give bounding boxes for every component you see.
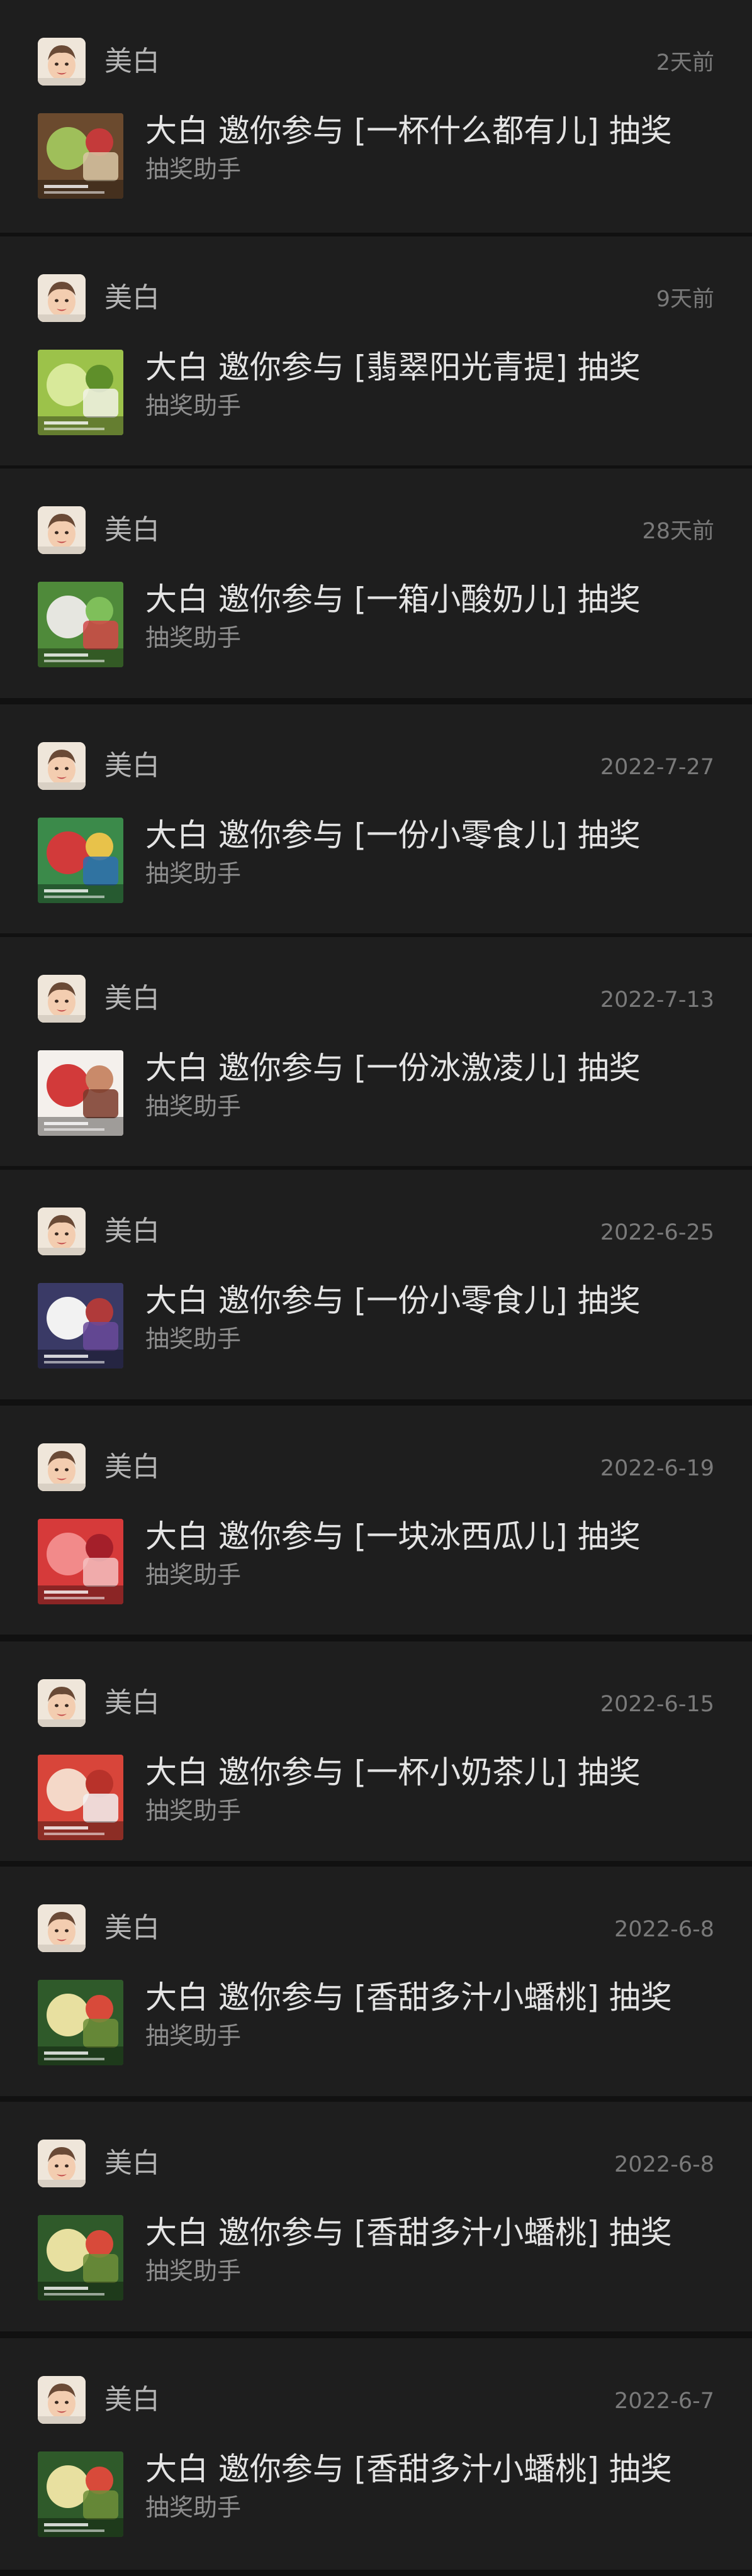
lottery-invite-card[interactable]: 美白 2022-6-25 大白 邀你参与 [一份小零食儿] 抽奖抽奖助手 bbox=[0, 1170, 752, 1399]
lottery-invite-card[interactable]: 美白 2022-6-8 大白 邀你参与 [香甜多汁小蟠桃] 抽奖抽奖助手 bbox=[0, 2102, 752, 2331]
sender-name: 美白 bbox=[104, 45, 160, 77]
invite-title[interactable]: 大白 邀你参与 [一份冰激凌儿] 抽奖 bbox=[145, 1049, 641, 1087]
message-timestamp: 2022-6-8 bbox=[614, 1917, 714, 1942]
lottery-invite-card[interactable]: 美白 9天前大白 邀你参与 [翡翠阳光青提] 抽奖抽奖助手 bbox=[0, 236, 752, 465]
sender-name: 美白 bbox=[104, 2384, 160, 2416]
message-timestamp: 9天前 bbox=[656, 287, 714, 312]
lottery-invite-card[interactable]: 美白 2022-6-19 大白 邀你参与 [一块冰西瓜儿] 抽奖抽奖助手 bbox=[0, 1406, 752, 1635]
baby-avatar-icon[interactable] bbox=[38, 1904, 86, 1952]
flat-peach-thumbnail[interactable] bbox=[38, 1980, 123, 2065]
baby-avatar-icon[interactable] bbox=[38, 274, 86, 322]
mini-program-name: 抽奖助手 bbox=[145, 2494, 242, 2521]
baby-avatar-icon[interactable] bbox=[38, 742, 86, 790]
mini-program-name: 抽奖助手 bbox=[145, 624, 242, 652]
message-timestamp: 2022-6-8 bbox=[614, 2152, 714, 2177]
mini-program-name: 抽奖助手 bbox=[145, 392, 242, 419]
sender-name: 美白 bbox=[104, 514, 160, 546]
mini-program-name: 抽奖助手 bbox=[145, 1561, 242, 1589]
flat-peach-thumbnail[interactable] bbox=[38, 2451, 123, 2537]
message-timestamp: 2022-7-13 bbox=[600, 987, 714, 1013]
invite-title[interactable]: 大白 邀你参与 [翡翠阳光青提] 抽奖 bbox=[145, 348, 641, 386]
mini-program-name: 抽奖助手 bbox=[145, 860, 242, 887]
message-timestamp: 2022-6-7 bbox=[614, 2389, 714, 2414]
baby-avatar-icon[interactable] bbox=[38, 1679, 86, 1727]
message-timestamp: 28天前 bbox=[642, 519, 714, 544]
flat-peach-thumbnail[interactable] bbox=[38, 2215, 123, 2301]
lottery-invite-card[interactable]: 美白 2022-6-8 大白 邀你参与 [香甜多汁小蟠桃] 抽奖抽奖助手 bbox=[0, 1867, 752, 2096]
mini-program-name: 抽奖助手 bbox=[145, 155, 242, 183]
message-feed: 美白 2天前 大白 邀你参与 [一杯什么都有儿] 抽奖 抽奖助手 美白 9天前 大白 邀你参… bbox=[0, 0, 752, 2576]
message-timestamp: 2022-6-19 bbox=[600, 1456, 714, 1481]
baby-avatar-icon[interactable] bbox=[38, 975, 86, 1023]
invite-title[interactable]: 大白 邀你参与 [一杯什么都有儿] 抽奖 bbox=[145, 112, 672, 150]
baby-avatar-icon[interactable] bbox=[38, 1208, 86, 1255]
invite-title[interactable]: 大白 邀你参与 [香甜多汁小蟠桃] 抽奖 bbox=[145, 1979, 672, 2016]
mini-program-name: 抽奖助手 bbox=[145, 2257, 242, 2285]
sender-name: 美白 bbox=[104, 2147, 160, 2179]
milk-tea-thumbnail[interactable] bbox=[38, 1755, 123, 1840]
invite-title[interactable]: 大白 邀你参与 [一箱小酸奶儿] 抽奖 bbox=[145, 580, 641, 618]
baby-avatar-icon[interactable] bbox=[38, 2376, 86, 2424]
sender-name: 美白 bbox=[104, 1215, 160, 1247]
lottery-invite-card[interactable]: 美白 28天前大白 邀你参与 [一箱小酸奶儿] 抽奖抽奖助手 bbox=[0, 469, 752, 698]
snacks-character-thumbnail[interactable] bbox=[38, 1283, 123, 1368]
lottery-invite-card[interactable]: 美白 2022-6-7 大白 邀你参与 [香甜多汁小蟠桃] 抽奖抽奖助手 bbox=[0, 2338, 752, 2570]
invite-title[interactable]: 大白 邀你参与 [一份小零食儿] 抽奖 bbox=[145, 816, 641, 854]
sender-name: 美白 bbox=[104, 282, 160, 314]
drink-cup-thumbnail[interactable] bbox=[38, 113, 123, 199]
invite-title[interactable]: 大白 邀你参与 [一块冰西瓜儿] 抽奖 bbox=[145, 1518, 641, 1555]
lottery-invite-card[interactable]: 美白 2022-7-27 大白 邀你参与 [一份小零食儿] 抽奖抽奖助手 bbox=[0, 704, 752, 933]
mini-program-name: 抽奖助手 bbox=[145, 1325, 242, 1353]
mini-program-name: 抽奖助手 bbox=[145, 1797, 242, 1824]
baby-avatar-icon[interactable] bbox=[38, 1443, 86, 1491]
invite-title[interactable]: 大白 邀你参与 [香甜多汁小蟠桃] 抽奖 bbox=[145, 2214, 672, 2251]
message-timestamp: 2022-6-25 bbox=[600, 1220, 714, 1245]
message-timestamp: 2022-6-15 bbox=[600, 1692, 714, 1717]
sender-name: 美白 bbox=[104, 982, 160, 1014]
lottery-invite-card[interactable]: 美白 2022-6-15 大白 邀你参与 [一杯小奶茶儿] 抽奖抽奖助手 bbox=[0, 1641, 752, 1861]
sender-name: 美白 bbox=[104, 750, 160, 782]
lottery-invite-card[interactable]: 美白 2天前大白 邀你参与 [一杯什么都有儿] 抽奖抽奖助手 bbox=[0, 0, 752, 233]
mini-program-name: 抽奖助手 bbox=[145, 1092, 242, 1120]
sender-name: 美白 bbox=[104, 1451, 160, 1483]
invite-title[interactable]: 大白 邀你参与 [一杯小奶茶儿] 抽奖 bbox=[145, 1753, 641, 1791]
message-timestamp: 2022-7-27 bbox=[600, 755, 714, 780]
mini-program-name: 抽奖助手 bbox=[145, 2022, 242, 2050]
green-grapes-thumbnail[interactable] bbox=[38, 350, 123, 435]
sender-name: 美白 bbox=[104, 1912, 160, 1944]
message-timestamp: 2天前 bbox=[656, 50, 714, 75]
watermelon-thumbnail[interactable] bbox=[38, 1519, 123, 1604]
yogurt-box-thumbnail[interactable] bbox=[38, 582, 123, 667]
invite-title[interactable]: 大白 邀你参与 [香甜多汁小蟠桃] 抽奖 bbox=[145, 2450, 672, 2488]
baby-avatar-icon[interactable] bbox=[38, 38, 86, 86]
sender-name: 美白 bbox=[104, 1687, 160, 1719]
snacks-thumbnail[interactable] bbox=[38, 818, 123, 903]
lottery-invite-card[interactable]: 美白 2022-7-13 大白 邀你参与 [一份冰激凌儿] 抽奖抽奖助手 bbox=[0, 937, 752, 1166]
baby-avatar-icon[interactable] bbox=[38, 506, 86, 554]
baby-avatar-icon[interactable] bbox=[38, 2140, 86, 2187]
invite-title[interactable]: 大白 邀你参与 [一份小零食儿] 抽奖 bbox=[145, 1282, 641, 1319]
ice-cream-thumbnail[interactable] bbox=[38, 1050, 123, 1136]
